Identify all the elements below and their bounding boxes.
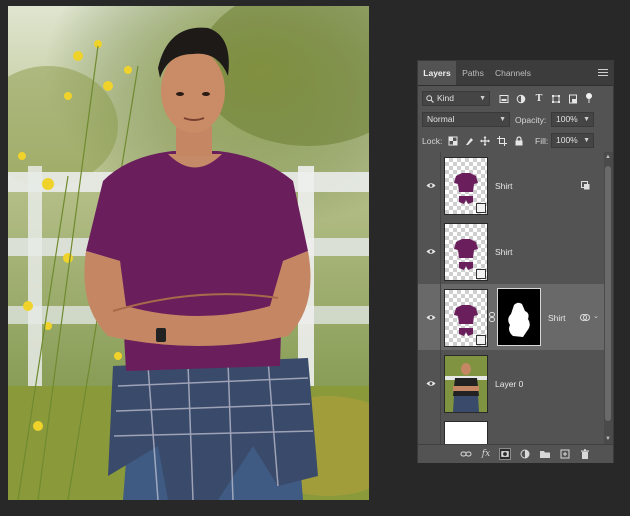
opacity-field[interactable]: 100% ▼ [551, 112, 594, 127]
link-chain-icon[interactable] [489, 312, 495, 322]
layer-thumbnail[interactable] [444, 223, 488, 281]
eye-icon[interactable] [426, 248, 436, 255]
mask-shape-art [508, 302, 530, 337]
scroll-up-icon[interactable]: ▲ [605, 154, 611, 160]
lock-label: Lock: [422, 136, 443, 146]
lock-image-pixels-icon[interactable] [464, 136, 474, 146]
layer-list-scrollbar[interactable]: ▲ ▼ [604, 152, 613, 444]
blend-mode-value: Normal [427, 114, 455, 124]
panel-tab-bar: Layers Paths Channels [418, 61, 613, 86]
smart-object-badge-icon [476, 335, 486, 345]
scroll-thumb[interactable] [605, 166, 611, 421]
filter-smart-object-icon[interactable] [568, 94, 578, 104]
fill-value: 100% [556, 135, 578, 145]
chevron-down-icon: ▼ [479, 95, 486, 102]
lock-all-icon[interactable] [514, 136, 524, 146]
chevron-down-icon: ▼ [583, 116, 590, 123]
filter-type-icon[interactable]: T [534, 94, 544, 104]
chevron-down-icon: ▼ [583, 137, 590, 144]
clipping-mask-icon [581, 181, 590, 190]
layer-row[interactable]: Shirt [418, 218, 604, 286]
layer-style-fx-icon[interactable]: fx [480, 448, 492, 460]
lock-artboard-icon[interactable] [497, 136, 507, 146]
panel-bottom-bar: fx [418, 444, 613, 463]
panel-menu-icon[interactable] [598, 69, 608, 77]
filter-kind-dropdown[interactable]: Kind ▼ [422, 91, 490, 106]
new-group-folder-icon[interactable] [539, 448, 551, 460]
link-layers-icon[interactable] [460, 448, 472, 460]
layer-row[interactable]: Layer 0 [418, 350, 604, 418]
opacity-label: Opacity: [515, 115, 547, 125]
tab-layers[interactable]: Layers [418, 61, 456, 85]
new-layer-icon[interactable] [559, 448, 571, 460]
lock-position-icon[interactable] [480, 136, 490, 146]
eye-icon[interactable] [426, 380, 436, 387]
blend-opacity-row: Normal ▼ Opacity: 100% ▼ [418, 111, 613, 129]
filter-pixel-icon[interactable] [499, 94, 509, 104]
scroll-down-icon[interactable]: ▼ [605, 436, 611, 442]
layer-thumbnail[interactable] [444, 355, 488, 413]
tab-channels[interactable]: Channels [490, 61, 536, 85]
filter-toggle-icon[interactable] [585, 92, 593, 104]
photo-thumbnail-art [445, 356, 487, 412]
search-icon [426, 95, 434, 103]
blend-mode-dropdown[interactable]: Normal ▼ [422, 112, 510, 127]
smart-object-badge-icon [476, 203, 486, 213]
delete-layer-trash-icon[interactable] [579, 448, 591, 460]
layer-thumbnail[interactable] [444, 289, 488, 347]
canvas-image[interactable] [8, 6, 369, 500]
photo-man-purple-shirt [8, 6, 369, 500]
eye-icon[interactable] [426, 314, 436, 321]
layer-list: Shirt Shirt Shirt ⌄ Layer 0 [418, 152, 604, 444]
layer-name[interactable]: Shirt [495, 247, 512, 257]
layer-row-selected[interactable]: Shirt ⌄ [418, 284, 604, 352]
filter-adjustment-icon[interactable] [516, 94, 526, 104]
lock-fill-row: Lock: Fill: 100% ▼ [418, 132, 613, 150]
layer-thumbnail[interactable] [444, 157, 488, 215]
layer-thumbnail[interactable] [444, 421, 488, 444]
layers-panel: Layers Paths Channels Kind ▼ T Normal ▼ … [417, 60, 614, 463]
opacity-value: 100% [556, 114, 578, 124]
layer-mask-thumbnail[interactable] [497, 288, 541, 346]
layer-name[interactable]: Shirt [495, 181, 512, 191]
layer-name[interactable]: Shirt [548, 313, 565, 323]
chevron-down-icon: ▼ [499, 116, 506, 123]
eye-icon[interactable] [426, 182, 436, 189]
smart-object-badge-icon [476, 269, 486, 279]
new-adjustment-layer-icon[interactable] [519, 448, 531, 460]
lock-transparent-pixels-icon[interactable] [448, 136, 458, 146]
visibility-column [418, 416, 441, 444]
add-layer-mask-icon[interactable] [499, 448, 511, 460]
layer-effects-icon[interactable] [580, 313, 590, 322]
tab-paths[interactable]: Paths [456, 61, 490, 85]
filter-shape-icon[interactable] [551, 94, 561, 104]
fill-field[interactable]: 100% ▼ [551, 133, 594, 148]
filter-kind-label: Kind [437, 93, 455, 103]
layer-row[interactable]: Shirt [418, 152, 604, 220]
layer-name[interactable]: Layer 0 [495, 379, 523, 389]
filter-row: Kind ▼ T [418, 90, 613, 108]
chevron-down-icon[interactable]: ⌄ [593, 312, 599, 320]
fill-label: Fill: [535, 136, 549, 146]
layer-row[interactable] [418, 416, 604, 444]
